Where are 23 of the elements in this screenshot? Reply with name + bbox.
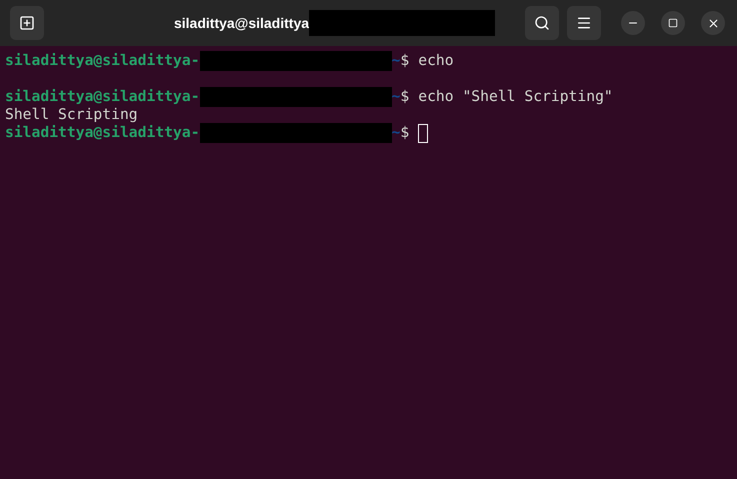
command-text: echo "Shell Scripting" [418,88,613,106]
close-button[interactable] [701,11,725,35]
close-icon [706,16,720,30]
search-button[interactable] [525,6,559,40]
search-icon [534,15,550,31]
new-tab-button[interactable] [10,6,44,40]
window-title: siladittya@siladittya [174,14,310,33]
prompt-path: ~ [392,52,400,70]
menu-icon [576,15,592,31]
new-tab-icon [19,15,35,31]
maximize-button[interactable] [661,11,685,35]
prompt-symbol: $ [400,124,410,142]
prompt-user: siladittya@siladittya- [5,124,200,142]
prompt-symbol: $ [400,52,410,70]
menu-button[interactable] [567,6,601,40]
output-text: Shell Scripting [5,106,138,123]
command-text: echo [418,52,454,70]
prompt-symbol: $ [400,88,410,106]
maximize-icon [668,18,678,28]
prompt-path: ~ [392,88,400,106]
prompt-path: ~ [392,124,400,142]
prompt-user: siladittya@siladittya- [5,88,200,106]
prompt-user: siladittya@siladittya- [5,52,200,70]
